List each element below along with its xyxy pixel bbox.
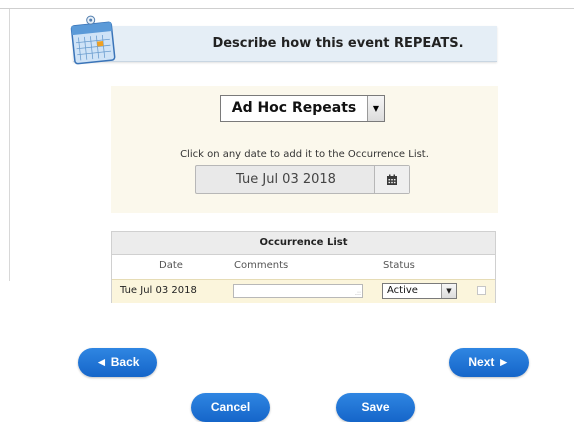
back-button[interactable]: ◄ Back [78,348,157,377]
occurrence-list-title: Occurrence List [112,232,495,255]
table-row: Tue Jul 03 2018 .:: Active ▼ [112,279,495,303]
column-header-status: Status [383,260,415,271]
occurrence-date: Tue Jul 03 2018 [120,285,197,296]
header-banner: Describe how this event REPEATS. [73,26,497,62]
date-picker-field[interactable]: Tue Jul 03 2018 [195,165,410,194]
status-value: Active [387,285,418,296]
occurrence-list: Occurrence List Date Comments Status Tue… [111,231,496,303]
top-divider [0,8,574,9]
repeat-type-value: Ad Hoc Repeats [231,100,357,116]
cancel-button[interactable]: Cancel [191,393,270,422]
page-title: Describe how this event REPEATS. [212,36,464,51]
column-header-date: Date [159,260,183,271]
column-header-comments: Comments [234,260,289,271]
chevron-down-icon[interactable]: ▼ [367,96,384,121]
left-divider [9,9,10,281]
date-picker-value: Tue Jul 03 2018 [236,172,336,187]
row-checkbox[interactable] [477,286,486,295]
repeat-type-select[interactable]: Ad Hoc Repeats ▼ [220,95,385,122]
chevron-down-icon[interactable]: ▼ [441,284,456,298]
status-select[interactable]: Active ▼ [382,283,457,299]
calendar-icon [387,174,397,185]
date-picker-button[interactable] [374,166,409,193]
instruction-text: Click on any date to add it to the Occur… [180,149,429,160]
save-button[interactable]: Save [336,393,415,422]
calendar-icon [70,15,116,65]
resize-grip-icon[interactable]: .:: [355,291,361,297]
comment-input[interactable]: .:: [233,284,363,298]
next-button[interactable]: Next ► [449,348,529,377]
